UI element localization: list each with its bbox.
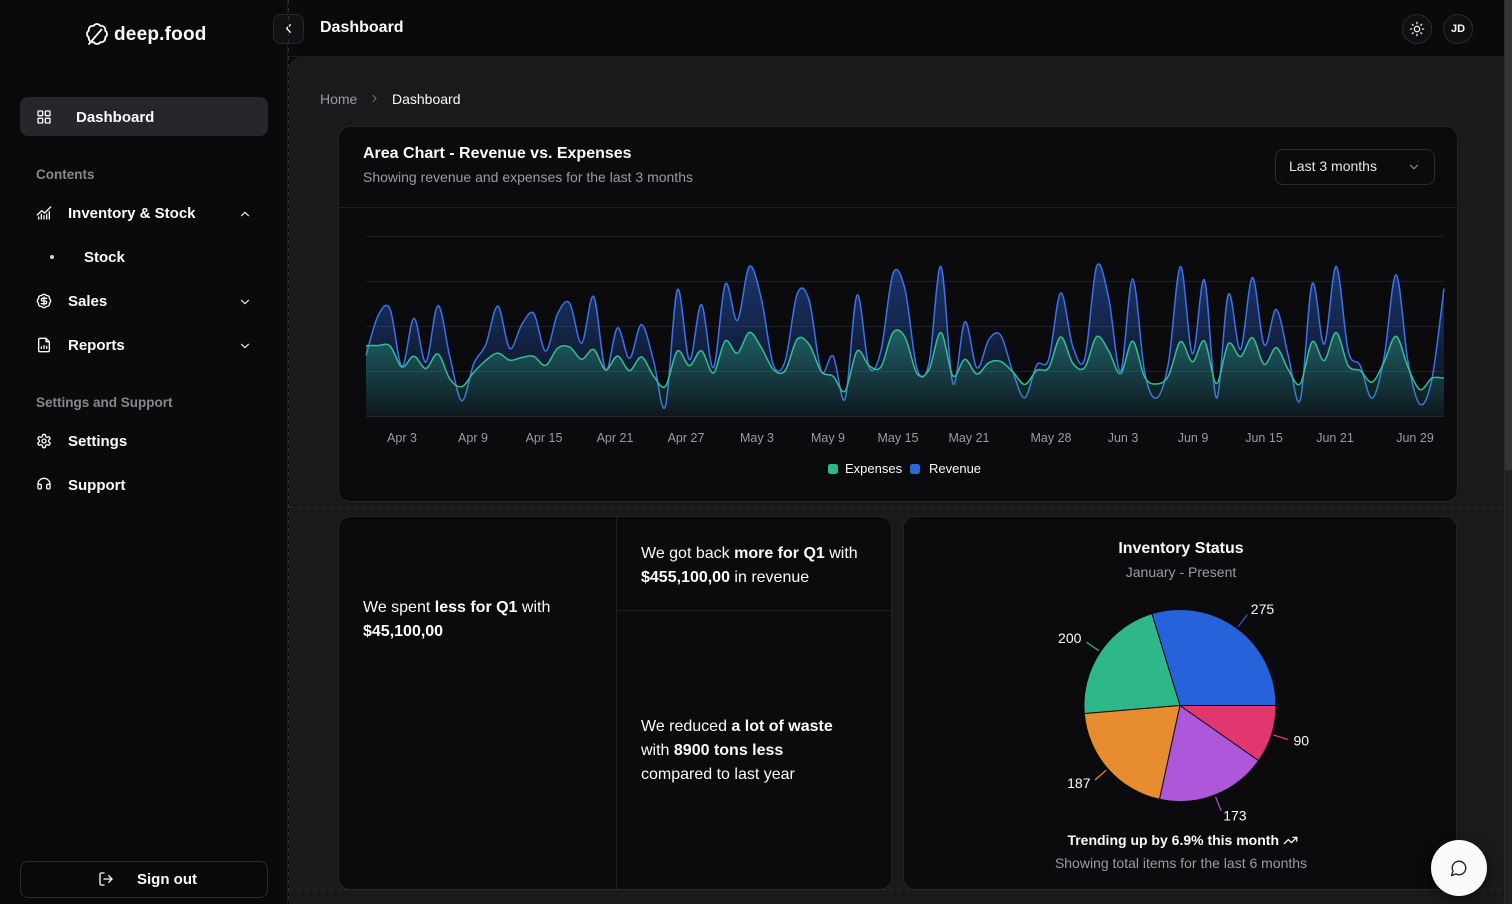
- svg-text:Jun 21: Jun 21: [1316, 431, 1354, 445]
- svg-text:Apr 9: Apr 9: [458, 431, 488, 445]
- svg-text:Jun 15: Jun 15: [1245, 431, 1283, 445]
- svg-text:May 21: May 21: [949, 431, 990, 445]
- svg-text:Jun 3: Jun 3: [1108, 431, 1139, 445]
- svg-text:May 28: May 28: [1031, 431, 1072, 445]
- svg-text:Apr 27: Apr 27: [668, 431, 705, 445]
- svg-text:173: 173: [1223, 807, 1247, 823]
- svg-text:275: 275: [1251, 601, 1275, 617]
- svg-text:90: 90: [1294, 732, 1310, 748]
- svg-text:Apr 3: Apr 3: [387, 431, 417, 445]
- svg-text:Apr 21: Apr 21: [597, 431, 634, 445]
- svg-text:May 9: May 9: [811, 431, 845, 445]
- svg-text:Apr 15: Apr 15: [526, 431, 563, 445]
- svg-text:200: 200: [1058, 630, 1082, 646]
- svg-text:Jun 9: Jun 9: [1178, 431, 1209, 445]
- svg-text:187: 187: [1067, 775, 1091, 791]
- svg-text:May 3: May 3: [740, 431, 774, 445]
- svg-text:May 15: May 15: [878, 431, 919, 445]
- svg-text:Jun 29: Jun 29: [1396, 431, 1434, 445]
